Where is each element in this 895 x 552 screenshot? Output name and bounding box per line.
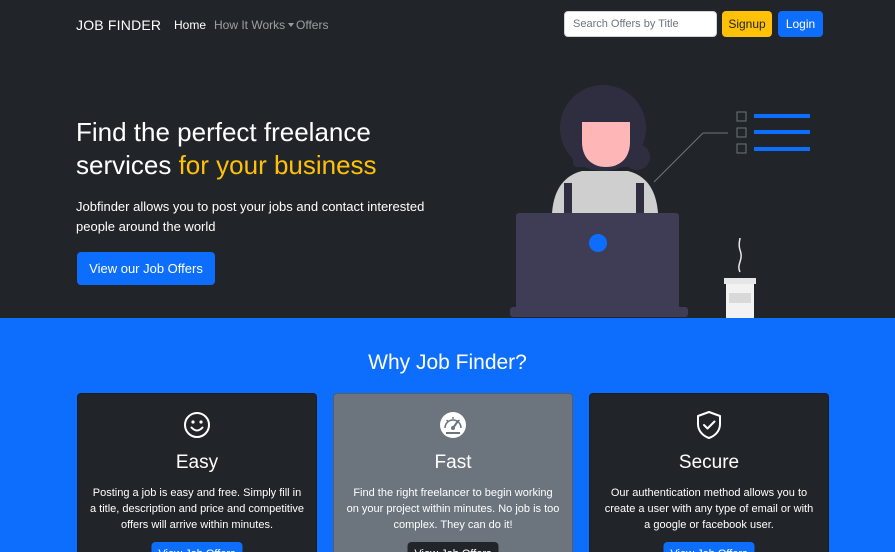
navbar: JOB FINDER Home How It Works Offers Sign… xyxy=(0,0,895,50)
card-view-offers-button[interactable]: View Job Offers xyxy=(663,542,755,552)
card-view-offers-button[interactable]: View Job Offers xyxy=(407,542,499,552)
laptop-graphic xyxy=(510,213,688,317)
speedometer-icon xyxy=(440,412,466,438)
hero-title-line2: services xyxy=(76,150,179,180)
coffee-cup-graphic xyxy=(724,237,756,319)
feature-card-easy: Easy Posting a job is easy and free. Sim… xyxy=(77,393,317,552)
nav-offers-link[interactable]: Offers xyxy=(296,18,328,32)
nav-home-link[interactable]: Home xyxy=(174,18,206,32)
card-text: Find the right freelancer to begin worki… xyxy=(346,487,560,531)
person-graphic xyxy=(552,85,658,213)
feature-card-fast: Fast Find the right freelancer to begin … xyxy=(333,393,573,552)
login-button[interactable]: Login xyxy=(778,11,823,37)
card-text: Our authentication method allows you to … xyxy=(604,487,814,531)
smile-icon xyxy=(184,412,210,438)
hero-description: Jobfinder allows you to post your jobs a… xyxy=(76,199,425,234)
features-title: Why Job Finder? xyxy=(368,351,527,374)
nav-how-it-works-dropdown[interactable]: How It Works xyxy=(214,18,295,32)
hero-title-line1: Find the perfect freelance xyxy=(76,117,371,147)
signup-button[interactable]: Signup xyxy=(722,11,772,37)
view-job-offers-button[interactable]: View our Job Offers xyxy=(77,252,215,285)
search-input[interactable] xyxy=(564,11,717,37)
card-text: Posting a job is easy and free. Simply f… xyxy=(90,487,305,531)
features-section: Why Job Finder? Easy Posting a job is ea… xyxy=(0,318,895,552)
brand-logo[interactable]: JOB FINDER xyxy=(76,17,161,33)
card-title: Secure xyxy=(678,452,740,473)
hero-title-accent: for your business xyxy=(178,150,377,180)
shield-check-icon xyxy=(697,411,721,439)
feature-card-secure: Secure Our authentication method allows … xyxy=(589,393,829,552)
hero-title: Find the perfect freelance services for … xyxy=(76,116,436,182)
card-title: Easy xyxy=(175,452,219,473)
freelancer-illustration xyxy=(510,85,810,319)
nav-how-it-works-label: How It Works xyxy=(214,18,286,32)
checklist-graphic xyxy=(653,111,810,183)
card-title: Fast xyxy=(434,452,472,473)
hero-section: Find the perfect freelance services for … xyxy=(0,50,895,319)
card-view-offers-button[interactable]: View Job Offers xyxy=(151,542,243,552)
caret-down-icon xyxy=(288,22,295,27)
